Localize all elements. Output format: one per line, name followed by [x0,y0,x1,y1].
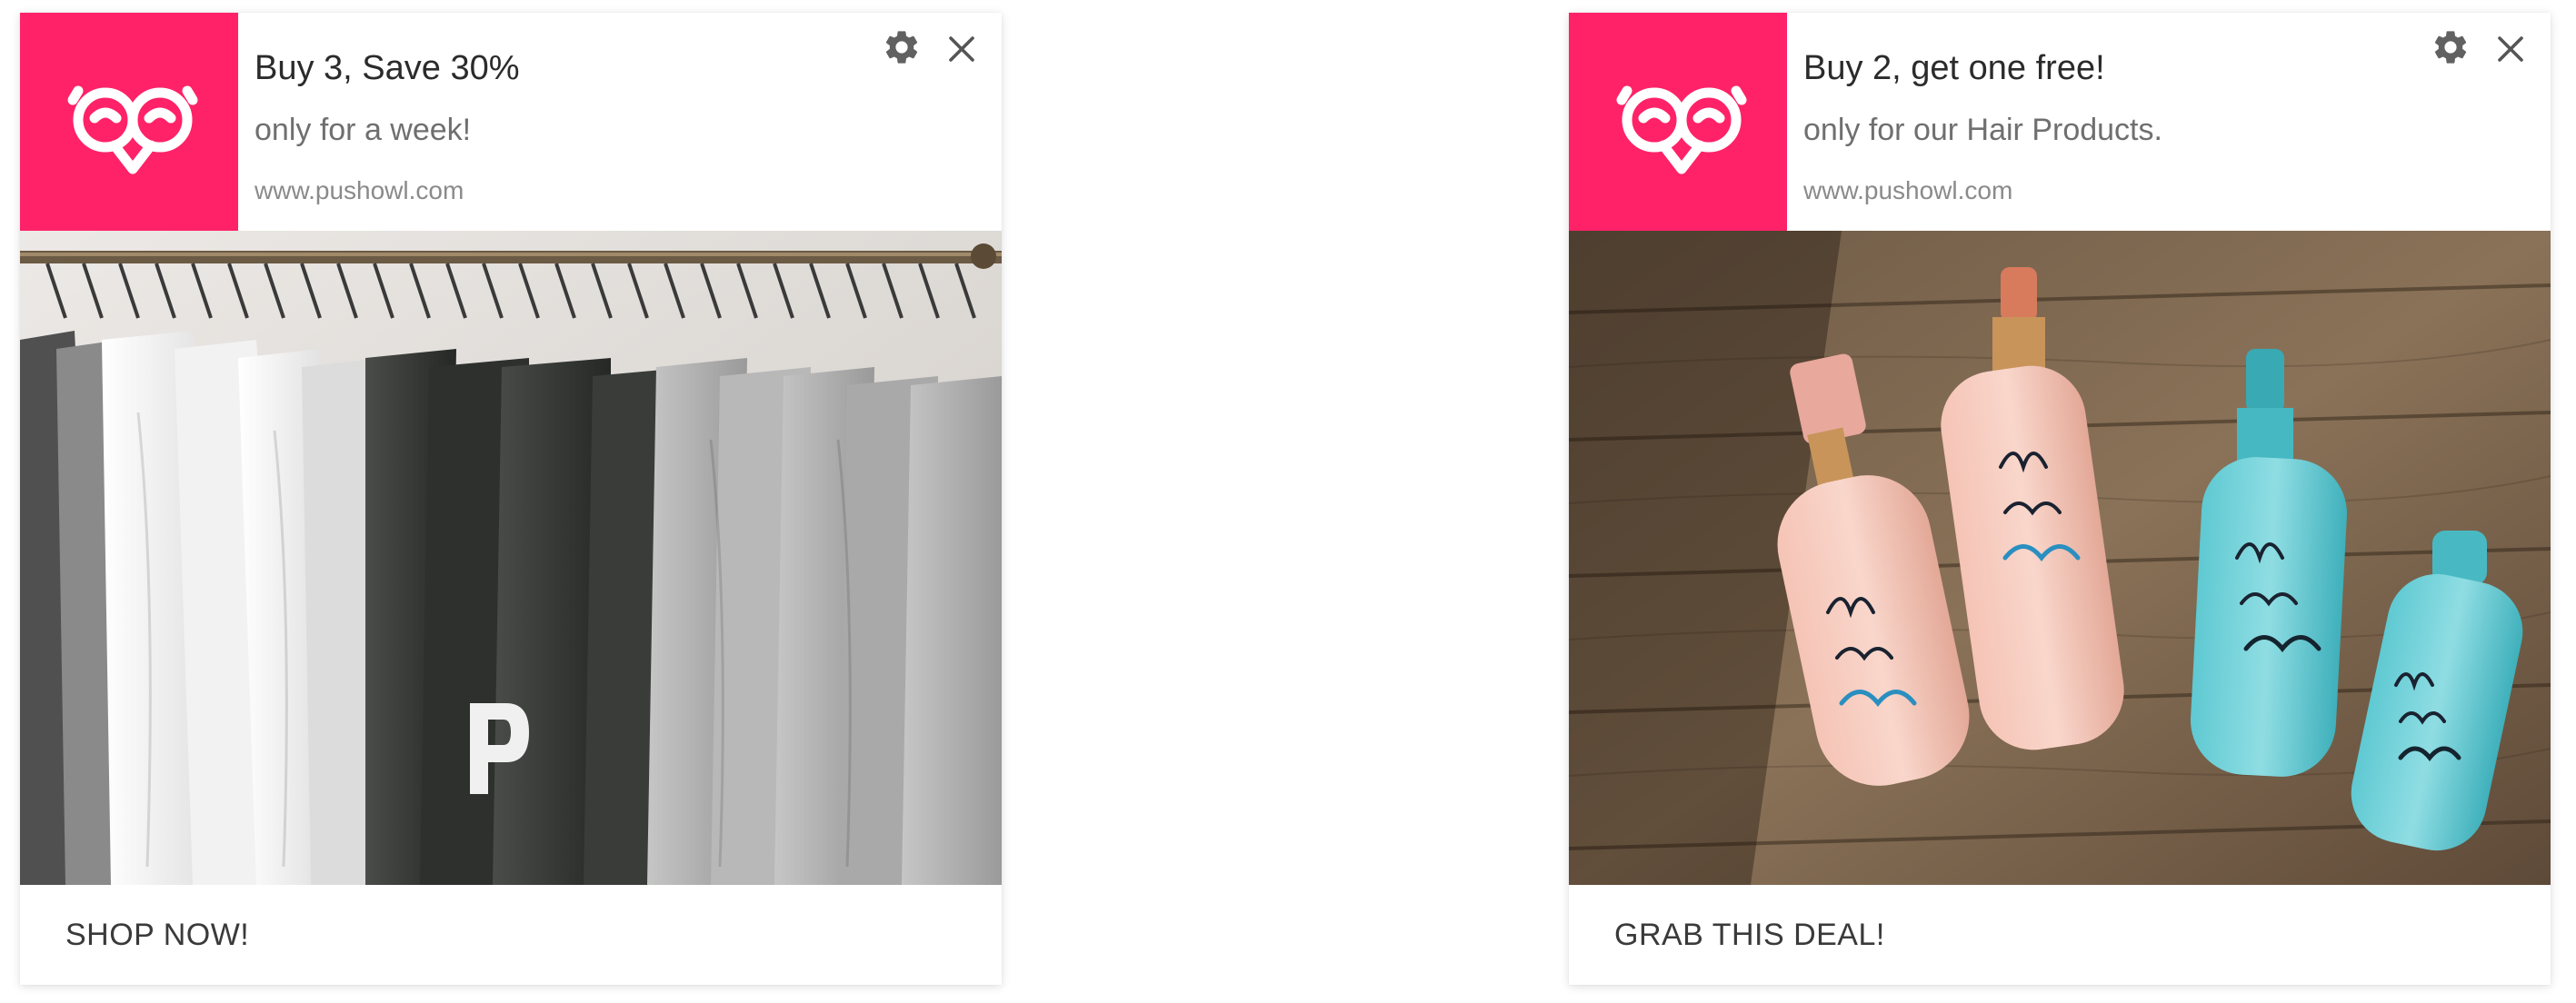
push-notification-2[interactable]: Buy 2, get one free! only for our Hair P… [1569,13,2551,985]
owl-logo-icon [1569,13,1787,231]
action-label: GRAB THIS DEAL! [1614,918,1885,952]
push-notification-1[interactable]: Buy 3, Save 30% only for a week! www.pus… [20,13,1002,985]
notification-image [1569,231,2551,885]
notification-title: Buy 2, get one free! [1803,49,2105,87]
notification-image [20,231,1002,885]
action-label: SHOP NOW! [65,918,250,952]
notification-site: www.pushowl.com [255,176,464,204]
notification-action-button[interactable]: SHOP NOW! [20,885,1002,985]
close-icon[interactable] [945,33,978,65]
gear-icon[interactable] [2431,27,2471,67]
notification-action-button[interactable]: GRAB THIS DEAL! [1569,885,2551,985]
owl-logo-icon [20,13,238,231]
notification-header: Buy 3, Save 30% only for a week! www.pus… [20,13,1002,231]
notification-message: only for our Hair Products. [1803,113,2162,147]
gear-icon[interactable] [882,27,922,67]
notification-message: only for a week! [255,113,472,147]
notification-header: Buy 2, get one free! only for our Hair P… [1569,13,2551,231]
notification-title: Buy 3, Save 30% [255,49,520,87]
notification-site: www.pushowl.com [1803,176,2013,204]
close-icon[interactable] [2494,33,2527,65]
